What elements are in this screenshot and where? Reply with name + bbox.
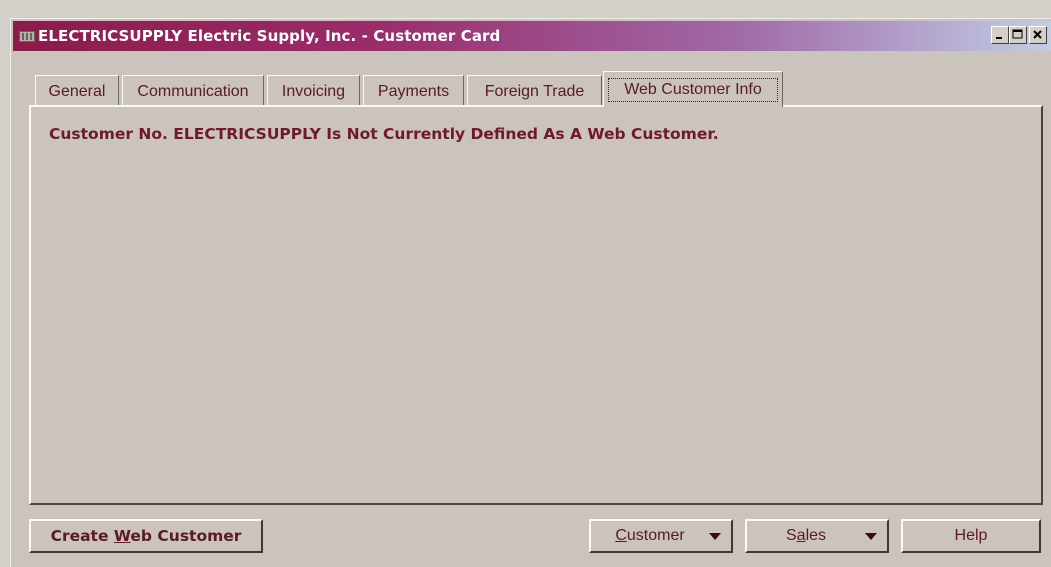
chevron-down-icon [709, 532, 721, 540]
web-customer-info-panel: Customer No. ELECTRICSUPPLY Is Not Curre… [29, 105, 1043, 505]
tab-payments[interactable]: Payments [363, 75, 464, 105]
not-web-customer-message: Customer No. ELECTRICSUPPLY Is Not Curre… [49, 125, 719, 143]
customer-label-rest: ustomer [626, 527, 685, 544]
create-label-mnemonic: W [113, 527, 131, 545]
create-label-rest: eb Customer [130, 527, 242, 545]
help-button[interactable]: Help [901, 519, 1041, 553]
app-icon [19, 30, 35, 42]
create-web-customer-button[interactable]: Create Web Customer [29, 519, 263, 553]
create-web-customer-label: Create Web Customer [51, 527, 242, 545]
customer-label-mnemonic: C [615, 527, 627, 544]
close-icon[interactable] [1029, 26, 1047, 44]
tab-communication[interactable]: Communication [122, 75, 264, 105]
sales-label-part: S [785, 527, 797, 544]
sales-menu-button[interactable]: Sales [745, 519, 889, 553]
help-label: Help [954, 527, 988, 544]
chevron-down-icon [865, 532, 877, 540]
minimize-icon[interactable] [991, 26, 1009, 44]
sales-label-rest: les [805, 527, 827, 544]
tab-web-customer-info-label: Web Customer Info [608, 78, 778, 102]
window-controls [991, 26, 1047, 44]
customer-menu-button[interactable]: Customer [589, 519, 733, 553]
title-bar[interactable]: ELECTRICSUPPLY Electric Supply, Inc. - C… [13, 21, 1051, 51]
tab-web-customer-info[interactable]: Web Customer Info [603, 71, 783, 107]
customer-menu-label: Customer [591, 527, 709, 545]
maximize-icon[interactable] [1009, 26, 1027, 44]
create-label-part: Create [50, 527, 114, 545]
sales-label-mnemonic: a [796, 527, 806, 544]
customer-card-window: ELECTRICSUPPLY Electric Supply, Inc. - C… [10, 18, 1051, 567]
tab-general[interactable]: General [35, 75, 119, 105]
tab-foreign-trade[interactable]: Foreign Trade [467, 75, 602, 105]
window-title: ELECTRICSUPPLY Electric Supply, Inc. - C… [38, 27, 501, 45]
tab-invoicing[interactable]: Invoicing [267, 75, 360, 105]
sales-menu-label: Sales [747, 527, 865, 545]
